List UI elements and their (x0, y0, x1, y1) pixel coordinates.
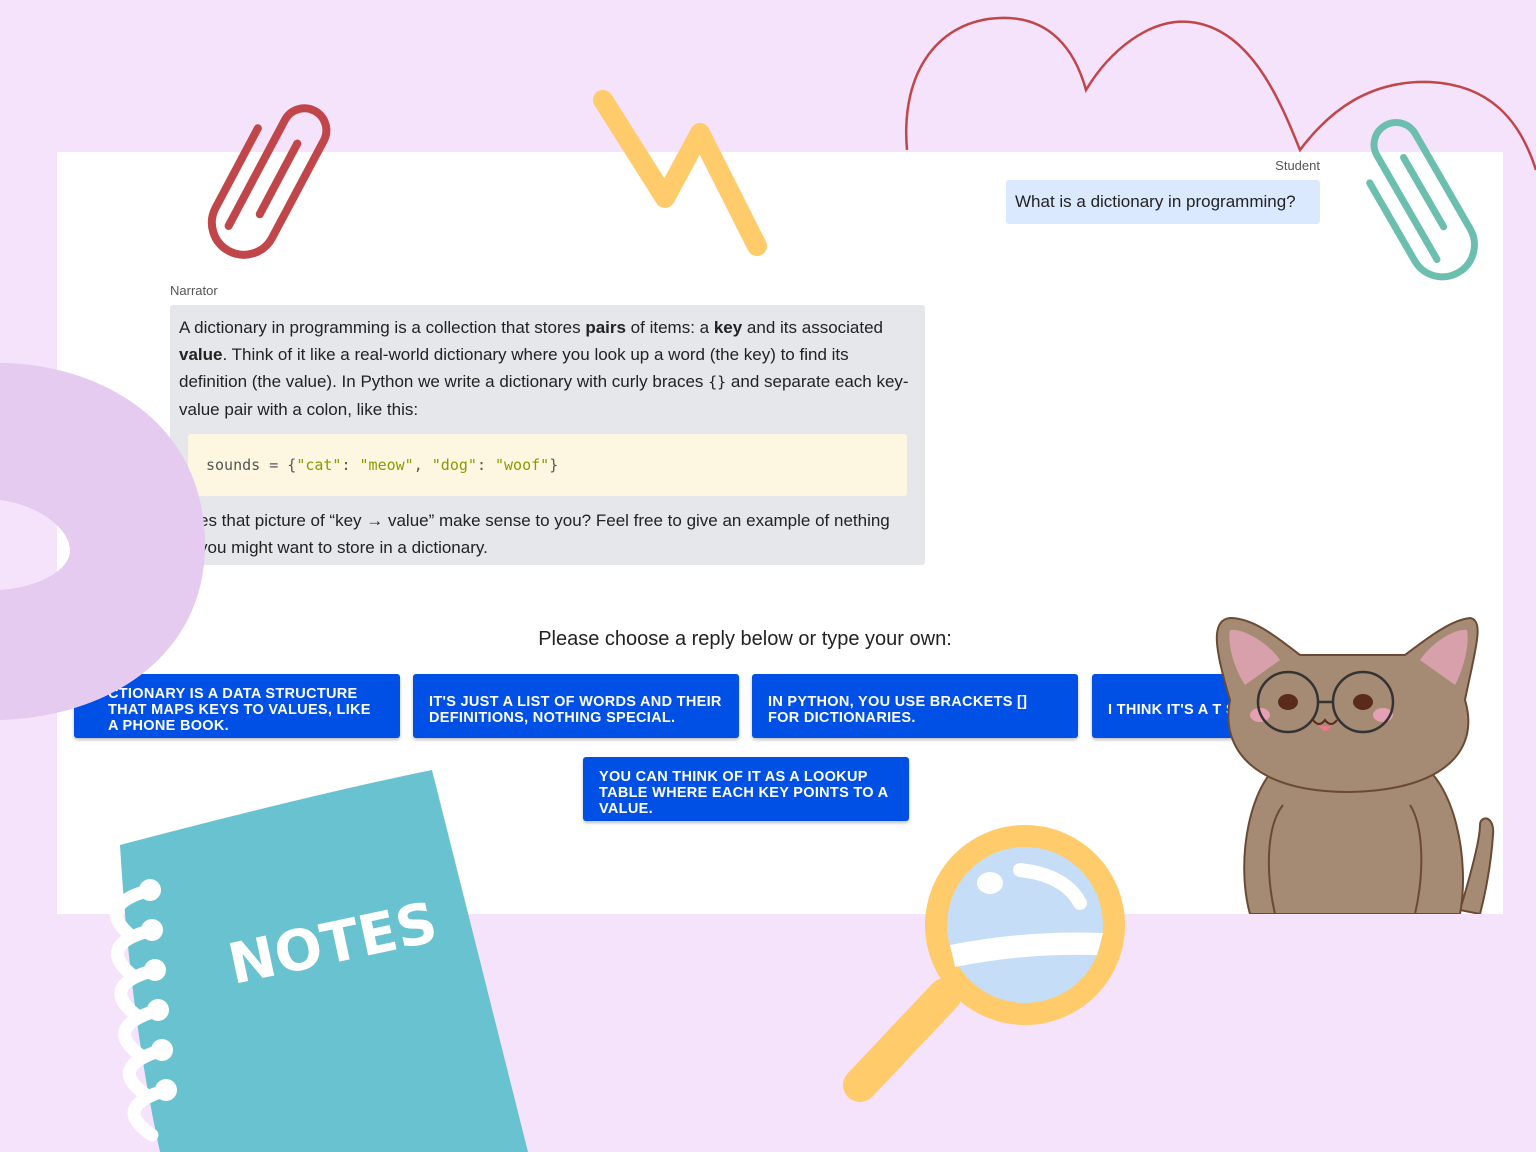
narrator-message: A dictionary in programming is a collect… (170, 305, 925, 565)
code-block: sounds = {"cat": "meow", "dog": "woof"} (188, 434, 907, 496)
reply-option-2[interactable]: IT'S JUST A LIST OF WORDS AND THEIR DEFI… (413, 674, 739, 738)
reply-option-3[interactable]: IN PYTHON, YOU USE BRACKETS [] FOR DICTI… (752, 674, 1078, 738)
narrator-paragraph-2: es that picture of “key → value” make se… (199, 511, 890, 557)
code-string: "dog" (431, 456, 477, 474)
narrator-label: Narrator (170, 283, 218, 298)
bold-pairs: pairs (585, 318, 626, 337)
reply-option-label: YOU CAN THINK OF IT AS A LOOKUP TABLE WH… (599, 769, 888, 817)
reply-option-label: CTIONARY IS A DATA STRUCTURE THAT MAPS K… (108, 686, 371, 734)
code-string: "woof" (495, 456, 550, 474)
text-segment: and its associated (742, 318, 884, 337)
reply-option-1[interactable]: CTIONARY IS A DATA STRUCTURE THAT MAPS K… (74, 674, 400, 738)
code-token: sounds = { (206, 456, 297, 474)
text-segment: A dictionary in programming is a collect… (179, 318, 586, 337)
narrator-paragraph-1: A dictionary in programming is a collect… (179, 314, 916, 423)
reply-option-4[interactable]: I THINK IT'S A T STORES PAIRS (1092, 674, 1418, 738)
bold-value: value (179, 345, 223, 364)
code-string: "meow" (359, 456, 414, 474)
reply-option-label: IN PYTHON, YOU USE BRACKETS [] FOR DICTI… (768, 694, 1028, 726)
inline-code-braces: {} (708, 373, 727, 391)
bold-key: key (713, 318, 743, 337)
reply-option-label: I THINK IT'S A T STORES PAIRS (1108, 702, 1337, 718)
reply-option-5[interactable]: YOU CAN THINK OF IT AS A LOOKUP TABLE WH… (583, 757, 909, 821)
code-token: , (413, 456, 432, 474)
code-token: : (476, 456, 495, 474)
reply-prompt: Please choose a reply below or type your… (538, 628, 952, 650)
code-token: } (549, 456, 559, 474)
student-label: Student (1275, 158, 1320, 173)
text-segment: of items: a (625, 318, 714, 337)
student-message: What is a dictionary in programming? (1006, 180, 1320, 224)
code-token: : (341, 456, 360, 474)
code-string: "cat" (296, 456, 342, 474)
chat-panel: Student What is a dictionary in programm… (57, 152, 1503, 914)
reply-option-label: IT'S JUST A LIST OF WORDS AND THEIR DEFI… (429, 694, 722, 726)
